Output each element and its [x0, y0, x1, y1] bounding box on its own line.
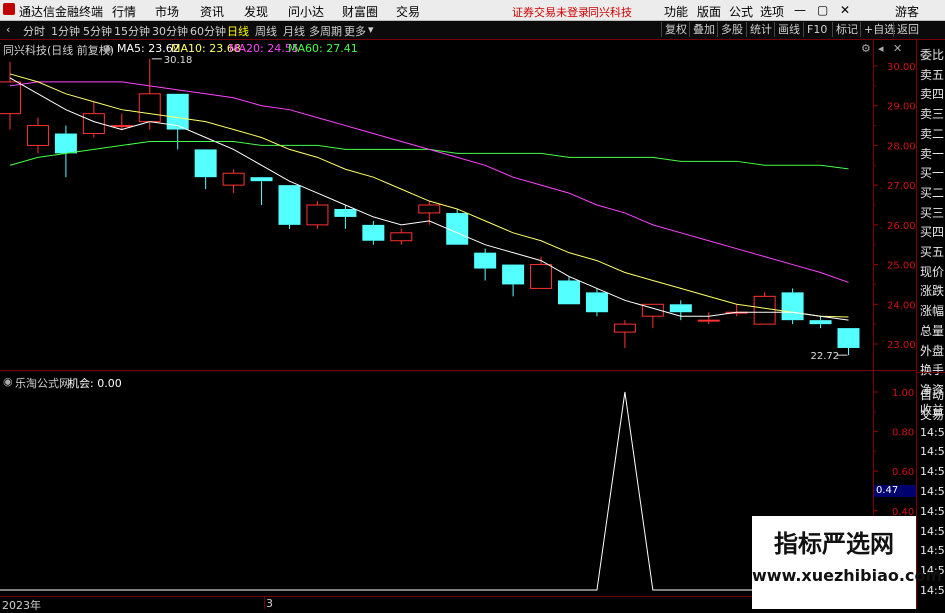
candle-body	[418, 204, 441, 214]
candle-body	[530, 264, 553, 289]
cursor-value-box: 0.47	[874, 485, 916, 497]
y-tick-label: 27.00	[887, 181, 916, 192]
candle-body	[781, 292, 804, 321]
candle-body	[0, 81, 21, 115]
quote-row-label: 买二	[920, 185, 945, 200]
candle-body	[697, 319, 720, 322]
candle-body	[809, 320, 832, 325]
y-tick-label: 25.00	[887, 261, 916, 272]
footer-month: 3	[266, 597, 273, 610]
y-tick-label: 28.00	[887, 141, 916, 152]
quote-row-label: 卖二	[920, 126, 945, 141]
quote-row-label: 买三	[920, 205, 945, 220]
tick-time: 14:56	[920, 504, 945, 518]
tick-time: 14:55	[920, 425, 945, 439]
quote-row-label: 卖五	[920, 67, 945, 82]
quote-row-label: 换手	[920, 363, 945, 378]
quote-row-label: 卖四	[920, 87, 945, 102]
candle-body	[446, 212, 469, 245]
quote-panel: 委比 卖五 卖四 卖三 卖二 卖一 买一 买二 买三 买四 买五 现价 涨跌 涨幅 总量 外盘 换手 净资 收益 自动…	[916, 40, 945, 609]
quote-panel-divider	[917, 372, 945, 373]
watermark-line2: www.xuezhibiao.com	[752, 566, 943, 585]
ind-y-tick-label: 0.80	[892, 428, 914, 439]
quote-row-label: 买五	[920, 245, 945, 259]
candle-body	[837, 328, 860, 348]
candle-body	[306, 204, 329, 226]
candle-body	[26, 125, 49, 146]
quote-row-label: 涨跌	[920, 284, 945, 299]
y-tick-label: 29.00	[887, 102, 916, 113]
candle-body	[110, 125, 133, 128]
candle-body	[54, 133, 77, 154]
candle-body	[334, 208, 357, 217]
candle-body	[558, 280, 580, 305]
auto-trade-label: 交易	[920, 407, 945, 422]
candle-body	[613, 323, 636, 333]
candle-body	[222, 172, 245, 186]
quote-row-label: 买一	[920, 166, 945, 181]
ma10-line	[9, 73, 849, 318]
quote-row-label: 涨幅	[920, 304, 945, 319]
quote-row-label: 卖三	[920, 107, 945, 122]
watermark: 指标严选网 www.xuezhibiao.com	[752, 516, 943, 609]
y-tick-label: 23.00	[887, 340, 916, 351]
ind-y-tick-label: 1.00	[892, 388, 914, 399]
ma5-line	[9, 77, 849, 321]
candle-body	[138, 93, 161, 123]
quote-row-label: 卖一	[920, 146, 945, 161]
tick-time: 14:56	[920, 584, 945, 597]
tick-time: 14:56	[920, 465, 945, 479]
candle-body	[585, 292, 608, 313]
y-tick-label: 26.00	[887, 221, 916, 232]
candle-body	[194, 149, 217, 178]
candle-body	[250, 177, 273, 182]
candle-body	[390, 232, 413, 242]
high-price-label: 30.18	[164, 55, 193, 66]
low-price-label: 22.72	[811, 351, 840, 362]
quote-row-label: 总量	[920, 323, 945, 338]
quote-row-label: 买四	[920, 225, 945, 240]
tick-time: 14:56	[920, 544, 945, 558]
y-tick-label: 24.00	[887, 300, 916, 311]
candle-body	[753, 295, 776, 325]
auto-trade-label: 自动	[920, 388, 945, 402]
candle-body	[669, 304, 692, 313]
quote-row-label: 外盘	[920, 343, 945, 358]
watermark-line1: 指标严选网	[774, 530, 894, 558]
tick-time: 14:56	[920, 445, 945, 459]
candle-body	[278, 185, 301, 225]
opportunity-line	[0, 391, 849, 591]
tick-time: 14:56	[920, 524, 945, 538]
footer-year: 2023年	[2, 599, 41, 612]
candle-body	[502, 264, 525, 285]
candle-body	[362, 224, 385, 241]
candle-body	[474, 252, 497, 269]
quote-row-label: 现价	[920, 264, 945, 279]
y-tick-label: 30.00	[887, 62, 916, 73]
ind-y-tick-label: 0.60	[892, 467, 914, 478]
tick-time: 14:56	[920, 485, 945, 498]
quote-row-label: 委比	[920, 48, 945, 62]
ma60-line	[9, 140, 849, 170]
